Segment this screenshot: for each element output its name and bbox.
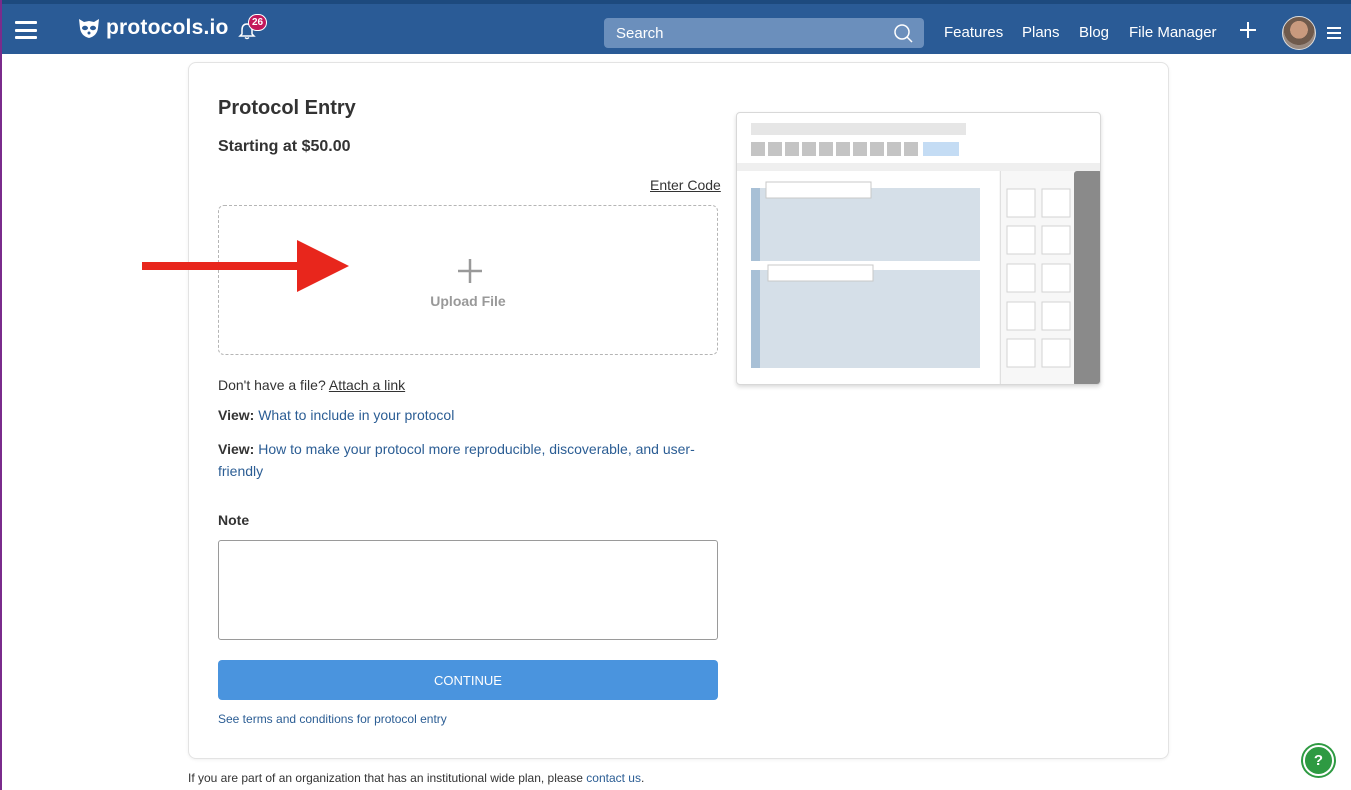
user-avatar[interactable] [1282,16,1316,50]
user-menu-icon[interactable] [1327,27,1341,39]
nav-file-manager[interactable]: File Manager [1129,24,1217,41]
attach-link[interactable]: Attach a link [329,377,405,393]
note-label: Note [218,512,250,528]
protocol-illustration [736,112,1101,385]
help-button[interactable]: ? [1303,745,1334,776]
no-file-text: Don't have a file? [218,377,326,393]
footer-message: If you are part of an organization that … [188,771,583,785]
hamburger-menu-icon[interactable] [15,21,37,39]
page-title: Protocol Entry [218,97,356,119]
plus-icon[interactable] [1239,21,1257,39]
terms-link[interactable]: See terms and conditions for protocol en… [218,712,447,726]
footer-text: If you are part of an organization that … [188,771,644,785]
view-row-1: View: What to include in your protocol [218,407,454,423]
logo[interactable]: protocols.io [77,16,229,40]
what-to-include-link[interactable]: What to include in your protocol [258,407,454,423]
view-label: View: [218,441,255,457]
logo-text: protocols.io [106,16,229,39]
reproducible-protocol-link[interactable]: How to make your protocol more reproduci… [218,441,695,479]
top-navigation-bar: protocols.io 26 Features Plans Blog File… [2,4,1351,54]
footer-suffix: . [640,771,645,785]
protocol-layout-illustration-icon [737,123,1100,384]
attach-link-row: Don't have a file? Attach a link [218,377,405,393]
note-textarea[interactable] [218,540,718,640]
raccoon-logo-icon [79,19,99,38]
nav-blog[interactable]: Blog [1079,24,1109,41]
price-text: Starting at $50.00 [218,138,351,155]
notification-badge[interactable]: 26 [248,14,267,31]
continue-button[interactable]: CONTINUE [218,660,718,700]
search-input[interactable] [604,24,874,42]
view-row-2: View: How to make your protocol more rep… [218,438,718,482]
search-box[interactable] [604,18,924,48]
plus-icon [458,259,482,283]
nav-plans[interactable]: Plans [1022,24,1060,41]
search-icon[interactable] [892,22,914,44]
upload-file-label: Upload File [430,293,506,309]
enter-code-link[interactable]: Enter Code [650,177,721,193]
red-arrow-icon [142,240,349,292]
contact-us-link[interactable]: contact us [586,771,641,785]
view-label: View: [218,407,255,423]
nav-features[interactable]: Features [944,24,1003,41]
